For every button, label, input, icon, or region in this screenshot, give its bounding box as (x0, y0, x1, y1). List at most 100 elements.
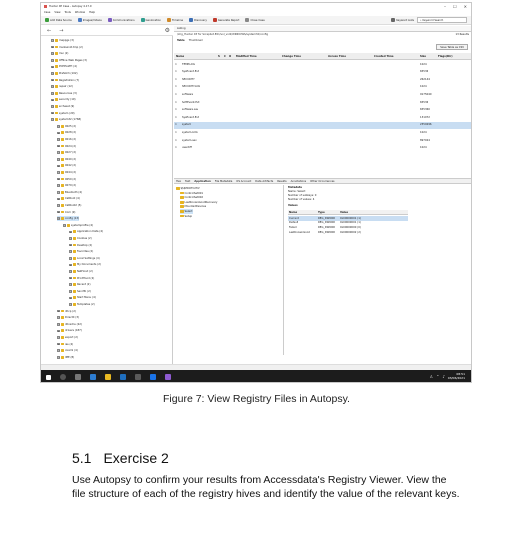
tree-item[interactable]: + dllcache (22) (57, 322, 82, 327)
column-header[interactable]: Access Time (328, 55, 346, 58)
chrome-icon[interactable] (150, 374, 156, 380)
tree-item[interactable]: + CatRoot2 (5) (57, 203, 81, 208)
expand-icon[interactable]: + (69, 237, 72, 240)
tree-item[interactable]: +0016 (2) (57, 137, 76, 142)
expand-icon[interactable]: + (69, 263, 72, 266)
tree-item[interactable]: + Com (9) (57, 210, 75, 215)
save-table-csv-button[interactable]: Save Table as CSV (436, 44, 468, 50)
expand-icon[interactable]: + (51, 52, 54, 55)
content-tab[interactable]: Data Artifacts (255, 180, 273, 183)
tree-item[interactable]: + config (13) (57, 216, 80, 222)
tab-listing[interactable]: Listing (174, 26, 471, 32)
table-row[interactable]: ▫ userdiff 1024 (174, 145, 471, 152)
content-tab[interactable]: Application (194, 179, 211, 183)
tree-item[interactable]: + Templates (2) (69, 302, 95, 307)
expand-icon[interactable]: + (57, 138, 60, 141)
expand-icon[interactable]: + (57, 217, 60, 220)
expand-icon[interactable]: + (51, 65, 54, 68)
column-header[interactable]: Modified Time (236, 55, 257, 58)
keyword-search-field[interactable]: ⌕ Keyword Search (417, 17, 467, 23)
tree-item[interactable]: +0079 (2) (57, 183, 76, 188)
tree-item[interactable]: +0040 (2) (57, 157, 76, 162)
chevron-up-icon[interactable]: ⌃ (436, 374, 439, 379)
tree-item[interactable]: + Prefetch (102) (51, 71, 78, 76)
minimize-icon[interactable]: – (444, 4, 446, 9)
expand-icon[interactable]: + (57, 342, 60, 346)
table-row[interactable]: ▫ software 9175040 (174, 91, 471, 98)
column-header[interactable]: O (229, 55, 231, 58)
tree-item[interactable]: + Cookies (2) (69, 236, 92, 241)
tree-item[interactable]: + Application Data (4) (69, 229, 103, 234)
expand-icon[interactable]: + (69, 270, 72, 273)
search-icon[interactable] (60, 374, 66, 380)
column-header[interactable]: Size (420, 55, 426, 58)
tree-item[interactable]: + Desktop (2) (69, 243, 92, 248)
tree-item[interactable]: + Resources (3) (51, 91, 77, 96)
content-tab[interactable]: Text (185, 180, 190, 183)
table-row[interactable]: ▫ system.sav 897024 (174, 137, 471, 144)
expand-icon[interactable]: + (57, 177, 60, 181)
tree-item[interactable]: + PrintHood (2) (69, 276, 94, 281)
expand-icon[interactable]: + (57, 125, 60, 128)
table-row[interactable]: ▫ software.sav 655360 (174, 107, 471, 114)
expand-icon[interactable]: + (57, 131, 60, 134)
discovery-button[interactable]: Discovery (189, 18, 207, 22)
expand-icon[interactable]: + (51, 45, 54, 49)
task-view-icon[interactable] (75, 374, 81, 380)
expand-icon[interactable]: + (69, 250, 72, 253)
column-header[interactable]: Created Time (374, 55, 394, 58)
expand-icon[interactable]: + (57, 144, 60, 148)
tree-item[interactable]: + security (10) (51, 97, 76, 102)
tree-item[interactable]: + Offline Web Pages (3) (51, 58, 87, 63)
table-row[interactable]: ▫ SoftEvent.Evt 65536 (174, 99, 471, 106)
tree-item[interactable]: + Local Settings (4) (69, 256, 100, 261)
column-header[interactable]: S (218, 55, 220, 58)
taskbar-clock[interactable]: 08:51 03/06/2021 (448, 372, 465, 380)
table-row[interactable]: ▫ system 2359296 (174, 121, 471, 129)
expand-icon[interactable]: + (69, 296, 72, 299)
expand-icon[interactable]: + (57, 151, 60, 154)
expand-icon[interactable]: + (57, 171, 60, 174)
expand-icon[interactable]: + (57, 164, 60, 167)
content-tab[interactable]: Hex (176, 180, 181, 183)
gear-icon[interactable]: ⚙ (165, 27, 170, 34)
autopsy-taskbar-icon[interactable] (165, 374, 171, 380)
expand-icon[interactable]: + (51, 105, 54, 108)
back-arrow-icon[interactable]: ← (47, 28, 51, 34)
table-row[interactable]: ▫ system.LOG 1024 (174, 129, 471, 136)
generate-report-button[interactable]: Generate Report (212, 18, 239, 22)
table-row[interactable]: ▫ TEMP.LOG 1024 (174, 61, 471, 68)
expand-icon[interactable]: + (57, 329, 60, 332)
expand-icon[interactable]: + (57, 158, 60, 161)
tree-item[interactable]: + Bluetooth (4) (57, 190, 82, 195)
expand-icon[interactable]: + (69, 283, 72, 286)
expand-icon[interactable]: + (51, 85, 54, 88)
tree-item[interactable]: +0044 (2) (57, 170, 76, 175)
expand-icon[interactable]: + (69, 290, 72, 293)
tree-item[interactable]: + NetHood (2) (69, 269, 93, 274)
people-icon[interactable]: ♙ (429, 374, 433, 379)
expand-icon[interactable]: + (63, 224, 66, 227)
tree-item[interactable]: + icsxml (4) (57, 348, 78, 353)
tree-item[interactable]: +0025 (2) (57, 124, 76, 129)
content-tab[interactable]: Results (277, 180, 286, 183)
tree-item[interactable]: + systemprofile (4) (63, 223, 93, 228)
tree-item[interactable]: + My Documents (2) (69, 262, 101, 267)
communications-button[interactable]: Communications (107, 18, 135, 22)
tree-item[interactable]: + Registration (7) (51, 78, 79, 83)
column-header[interactable]: Flags(Dir) (438, 55, 453, 58)
tree-item[interactable]: +0024 (2) (57, 144, 76, 149)
column-header[interactable]: Name (289, 211, 297, 214)
tree-item[interactable]: + IME (8) (57, 355, 74, 360)
expand-icon[interactable]: + (51, 111, 54, 115)
menu-case[interactable]: Case (44, 11, 50, 14)
content-tab[interactable]: OS Account (236, 180, 251, 183)
store-icon[interactable] (120, 374, 126, 380)
forward-arrow-icon[interactable]: → (59, 28, 63, 34)
speaker-icon[interactable]: ♪ (442, 374, 445, 379)
column-header[interactable]: Change Time (282, 55, 301, 58)
expand-icon[interactable]: + (69, 230, 72, 233)
images-videos-button[interactable]: Images/Videos (77, 18, 102, 22)
tree-item[interactable]: + system32 (1768) (51, 117, 81, 122)
tree-item[interactable]: + srchasst (9) (51, 104, 74, 109)
